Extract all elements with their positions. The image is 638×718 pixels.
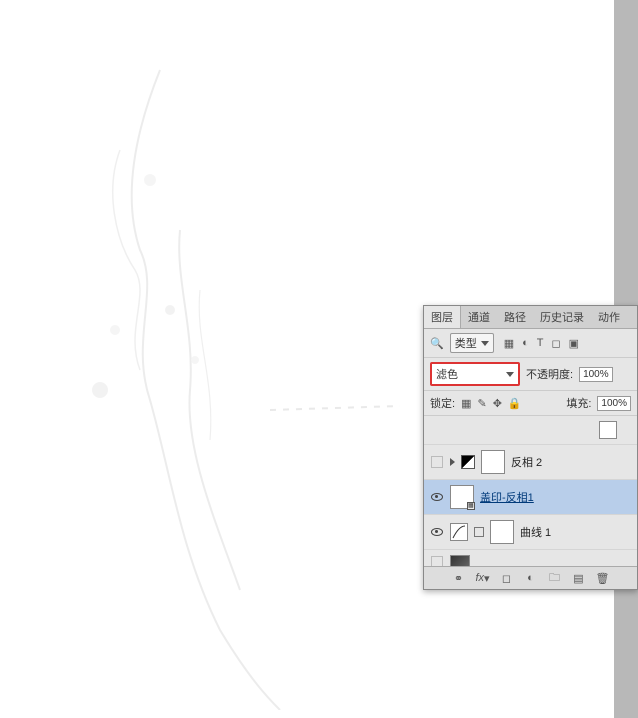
layers-panel: 图层 通道 路径 历史记录 动作 🔍 类型 ▦ ◐ T ◻ ▣ 滤色 不透明度:… <box>423 305 638 590</box>
search-icon: 🔍 <box>430 337 444 350</box>
tab-channels[interactable]: 通道 <box>461 306 497 328</box>
layer-kind-select[interactable]: 类型 <box>450 333 494 353</box>
tab-paths[interactable]: 路径 <box>497 306 533 328</box>
lock-row: 锁定: ▦ ✎ ✥ 🔒 填充: 100% <box>424 391 637 416</box>
layer-mask-thumb <box>481 450 505 474</box>
mask-icon[interactable]: ◻ <box>500 571 514 585</box>
link-layers-icon[interactable]: ⚭ <box>452 571 466 585</box>
opacity-label: 不透明度: <box>526 366 573 382</box>
lock-label: 锁定: <box>430 395 455 411</box>
visibility-toggle[interactable] <box>430 555 444 566</box>
layers-list: 反相 2 ▦ 盖印-反相1 曲线 1 <box>424 416 637 566</box>
filter-shape-icon[interactable]: ◻ <box>552 337 561 350</box>
lock-all-icon[interactable]: 🔒 <box>508 397 522 410</box>
fx-icon[interactable]: fx▾ <box>476 571 490 585</box>
layer-row-hidden[interactable] <box>424 550 637 566</box>
visibility-toggle[interactable] <box>430 455 444 469</box>
tab-layers[interactable]: 图层 <box>424 306 461 328</box>
link-icon <box>474 527 484 537</box>
lock-position-icon[interactable]: ✥ <box>493 397 502 410</box>
group-icon[interactable]: 🗀 <box>548 571 562 585</box>
visibility-toggle[interactable] <box>430 490 444 504</box>
chevron-down-icon <box>506 372 514 377</box>
layer-name: 盖印-反相1 <box>480 489 534 505</box>
layer-mask-thumb <box>599 421 617 439</box>
layer-thumb: ▦ <box>450 485 474 509</box>
layer-row-curves1[interactable]: 曲线 1 <box>424 515 637 550</box>
layer-row-stamp-invert1[interactable]: ▦ 盖印-反相1 <box>424 480 637 515</box>
filter-pixel-icon[interactable]: ▦ <box>504 337 514 350</box>
blend-mode-value: 滤色 <box>436 366 458 382</box>
visibility-toggle[interactable] <box>430 525 444 539</box>
layer-thumb <box>450 555 470 566</box>
filter-type-row: 🔍 类型 ▦ ◐ T ◻ ▣ <box>424 329 637 358</box>
lock-transparency-icon[interactable]: ▦ <box>461 397 471 410</box>
filter-icons: ▦ ◐ T ◻ ▣ <box>500 337 583 350</box>
tab-actions[interactable]: 动作 <box>591 306 627 328</box>
panel-footer: ⚭ fx▾ ◻ ◐ 🗀 ▤ 🗑 <box>424 566 637 589</box>
blend-mode-select[interactable]: 滤色 <box>430 362 520 386</box>
kind-label: 类型 <box>455 335 477 351</box>
tab-history[interactable]: 历史记录 <box>533 306 591 328</box>
lock-pixels-icon[interactable]: ✎ <box>477 397 486 410</box>
fill-label: 填充: <box>566 395 591 411</box>
chevron-down-icon <box>481 341 489 346</box>
layer-mask-thumb <box>490 520 514 544</box>
panel-tabs: 图层 通道 路径 历史记录 动作 <box>424 306 637 329</box>
adjustment-new-icon[interactable]: ◐ <box>524 571 538 585</box>
filter-adjust-icon[interactable]: ◐ <box>522 337 529 349</box>
filter-smart-icon[interactable]: ▣ <box>569 337 579 350</box>
blend-mode-row: 滤色 不透明度: 100% <box>424 358 637 391</box>
adjustment-icon <box>461 455 475 469</box>
delete-icon[interactable]: 🗑 <box>596 571 610 585</box>
layer-name: 反相 2 <box>511 454 542 470</box>
layer-name: 曲线 1 <box>520 524 551 540</box>
fill-input[interactable]: 100% <box>597 396 631 411</box>
layer-row-invert2[interactable]: 反相 2 <box>424 445 637 480</box>
filter-type-icon[interactable]: T <box>537 337 544 349</box>
layer-row[interactable] <box>424 416 637 445</box>
curves-icon <box>450 523 468 541</box>
opacity-input[interactable]: 100% <box>579 367 613 382</box>
clip-indicator-icon <box>450 458 455 466</box>
new-layer-icon[interactable]: ▤ <box>572 571 586 585</box>
